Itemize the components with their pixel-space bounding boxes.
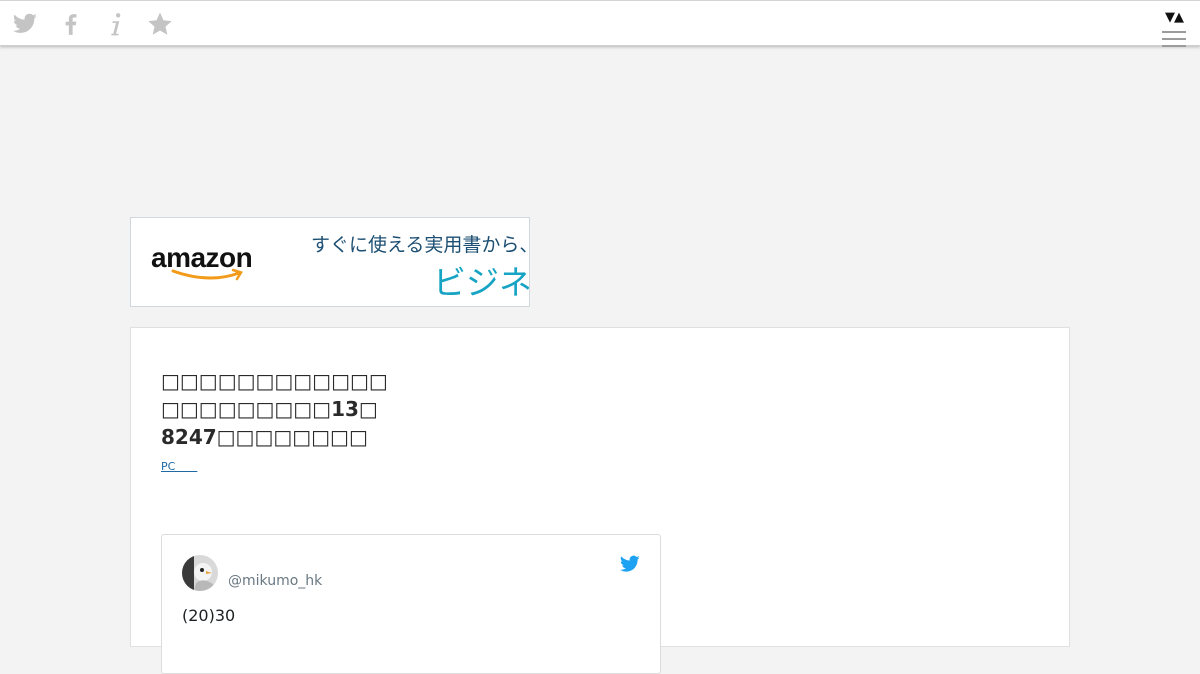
article-title-line: □□□□□□□□□□□□ xyxy=(161,369,388,393)
avatar[interactable] xyxy=(182,555,218,591)
amazon-smile-icon xyxy=(171,268,243,281)
twitter-bird-icon[interactable] xyxy=(620,555,640,573)
top-toolbar: ▼▲ xyxy=(0,0,1200,47)
tweet-handle[interactable]: @mikumo_hk xyxy=(228,573,322,589)
ad-tagline: すぐに使える実用書から、話 xyxy=(311,234,529,256)
facebook-icon[interactable] xyxy=(58,11,84,37)
pc-view-link[interactable]: PC xyxy=(161,458,197,474)
article-card: □□□□□□□□□□□□ □□□□□□□□□13□ 8247□□□□□□□□ P… xyxy=(130,327,1070,674)
twitter-icon[interactable] xyxy=(12,11,38,37)
star-icon[interactable] xyxy=(147,11,173,37)
article-title-line: □□□□□□□□□13□ xyxy=(161,397,378,421)
info-icon[interactable] xyxy=(103,11,129,37)
sort-toggle[interactable]: ▼▲ xyxy=(1165,10,1184,25)
hamburger-menu-icon[interactable] xyxy=(1162,31,1186,47)
ad-category: ビジネス xyxy=(433,263,530,302)
amazon-ad-banner[interactable]: amazon すぐに使える実用書から、話 ビジネス xyxy=(130,217,530,307)
embedded-tweet: @mikumo_hk (20)30 xyxy=(161,534,661,674)
tweet-text: (20)30 xyxy=(182,606,236,625)
article-title-line: 8247□□□□□□□□ xyxy=(161,425,368,449)
